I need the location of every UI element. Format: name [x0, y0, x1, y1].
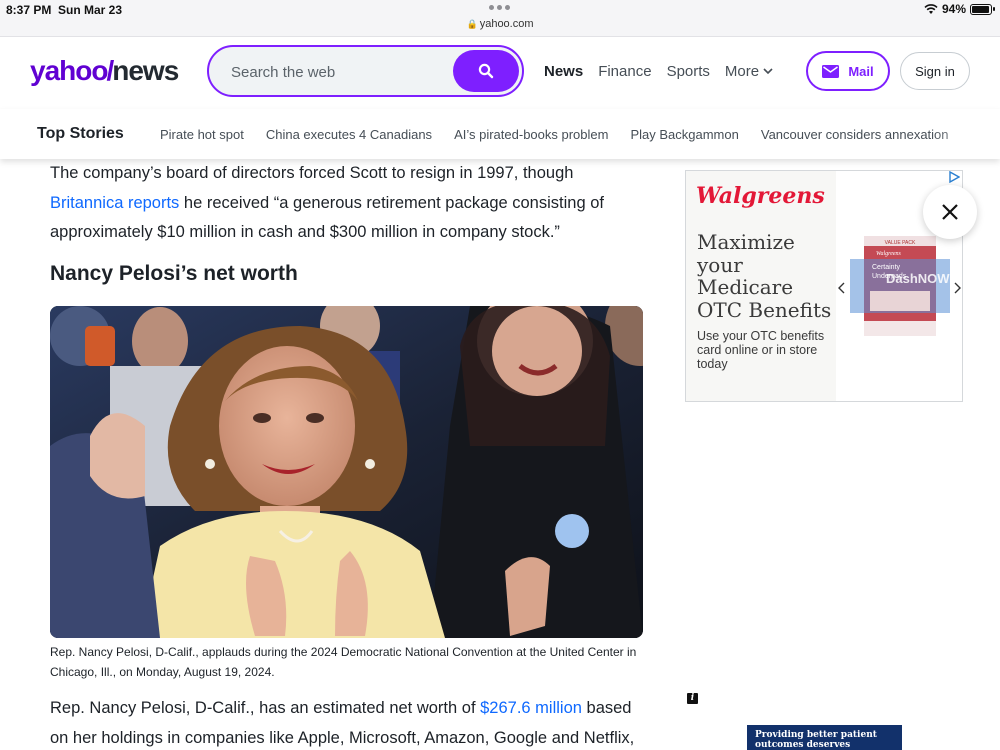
- svg-text:DashNOW: DashNOW: [886, 271, 950, 286]
- search-button[interactable]: [453, 50, 519, 92]
- address-bar[interactable]: 🔒 yahoo.com: [0, 18, 1000, 30]
- walgreens-ad[interactable]: Walgreens Maximize your Medicare OTC Ben…: [685, 170, 963, 402]
- top-stories-bar: Top Stories Pirate hot spot China execut…: [0, 109, 1000, 159]
- britannica-link[interactable]: Britannica reports: [50, 194, 179, 212]
- carousel-next-icon: [954, 282, 961, 294]
- article-paragraph: The company’s board of directors forced …: [50, 164, 604, 241]
- status-indicators: 94%: [924, 2, 995, 16]
- url-text: yahoo.com: [479, 18, 534, 30]
- ad-subtext: Use your OTC benefits card online or in …: [697, 329, 825, 371]
- nav-finance[interactable]: Finance: [598, 63, 651, 80]
- article-photo[interactable]: [50, 306, 643, 638]
- top-story-link[interactable]: China executes 4 Canadians: [266, 127, 432, 142]
- top-story-link[interactable]: AI’s pirated-books problem: [454, 127, 608, 142]
- section-heading: Nancy Pelosi’s net worth: [50, 262, 298, 285]
- search-icon: [478, 63, 494, 79]
- top-story-link[interactable]: Pirate hot spot: [160, 127, 244, 142]
- chevron-down-icon: [763, 68, 773, 75]
- svg-text:Certainty: Certainty: [872, 264, 901, 271]
- status-date: Sun Mar 23: [58, 3, 123, 17]
- top-story-link[interactable]: Vancouver considers annexation: [761, 127, 949, 142]
- main-nav: News Finance Sports More: [544, 63, 773, 80]
- mail-icon: [822, 64, 840, 78]
- search-input[interactable]: [231, 59, 451, 85]
- status-time: 8:37 PM: [6, 3, 52, 17]
- pelosi-photo-illustration: [50, 306, 643, 638]
- top-story-link[interactable]: Play Backgammon: [630, 127, 738, 142]
- photo-caption: Rep. Nancy Pelosi, D-Calif., applauds du…: [50, 645, 637, 679]
- close-icon: [942, 204, 958, 220]
- mail-label: Mail: [848, 63, 874, 79]
- walgreens-logo: Walgreens: [696, 183, 825, 209]
- nav-sports[interactable]: Sports: [667, 63, 710, 80]
- svg-text:Walgreens: Walgreens: [876, 251, 902, 257]
- battery-icon: [970, 3, 995, 15]
- svg-text:VALUE PACK: VALUE PACK: [885, 240, 916, 246]
- net-worth-link[interactable]: $267.6 million: [480, 699, 582, 717]
- top-stories-title: Top Stories: [37, 125, 124, 142]
- nav-more[interactable]: More: [725, 63, 773, 80]
- sign-in-button[interactable]: Sign in: [900, 52, 970, 90]
- site-header: yahoo/news News Finance Sports More Mail…: [0, 37, 1000, 109]
- lock-icon: 🔒: [466, 19, 478, 29]
- secondary-ad[interactable]: Providing better patient outcomes deserv…: [747, 725, 902, 750]
- search-box: [207, 45, 524, 97]
- ad-headline: Maximize your Medicare OTC Benefits: [697, 230, 832, 322]
- ad-close-button[interactable]: [923, 185, 977, 239]
- wifi-icon: [924, 4, 938, 14]
- mail-button[interactable]: Mail: [806, 51, 890, 91]
- top-stories-links: Pirate hot spot China executes 4 Canadia…: [160, 127, 949, 142]
- nav-news[interactable]: News: [544, 63, 583, 80]
- multitasking-dots-icon[interactable]: [489, 5, 510, 10]
- article-paragraph: Rep. Nancy Pelosi, D-Calif., has an esti…: [50, 699, 635, 747]
- carousel-prev-icon: [838, 282, 845, 294]
- yahoo-news-logo[interactable]: yahoo/news: [30, 55, 179, 87]
- ad-info-icon[interactable]: i: [687, 693, 698, 704]
- battery-percent: 94%: [941, 2, 966, 16]
- adchoices-icon[interactable]: [948, 171, 960, 183]
- scroll-fade: [930, 109, 1000, 159]
- ios-status-bar: 8:37 PM Sun Mar 23 🔒 yahoo.com 94%: [0, 0, 1000, 37]
